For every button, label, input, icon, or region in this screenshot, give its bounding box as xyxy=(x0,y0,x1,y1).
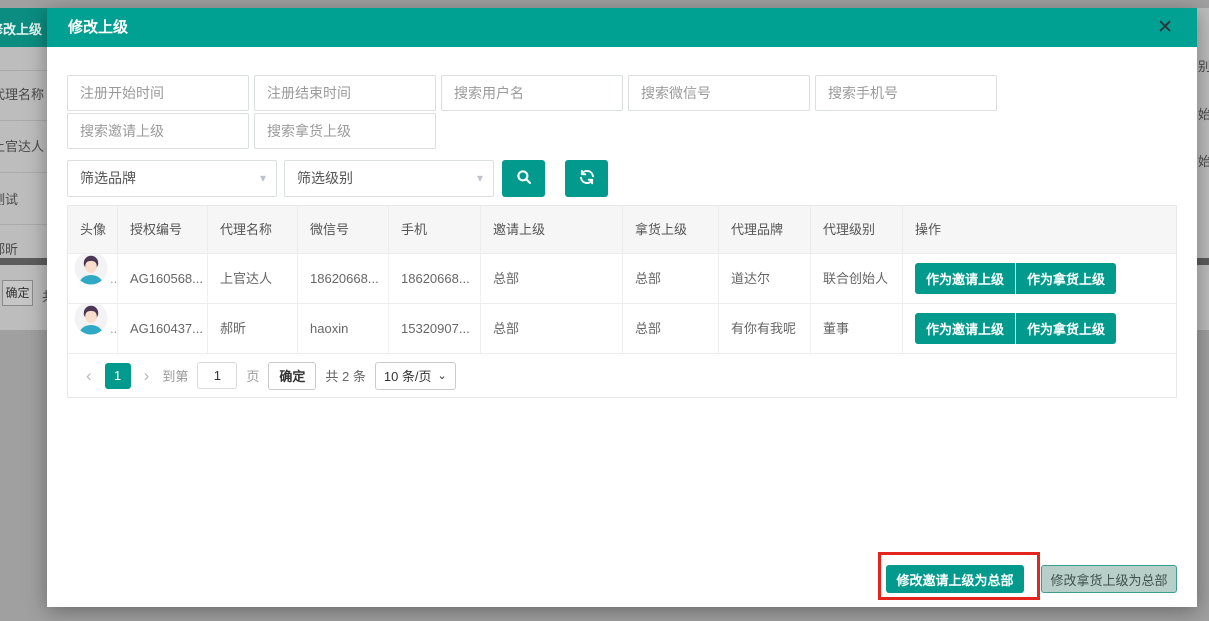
auth-no-cell: AG160437... xyxy=(118,303,208,353)
next-page-icon[interactable]: › xyxy=(140,366,154,386)
modal-title: 修改上级 xyxy=(68,8,128,47)
set-goods-superior-headquarters-button[interactable]: 修改拿货上级为总部 xyxy=(1041,565,1177,593)
avatar-ellipsis: ... xyxy=(110,254,118,304)
divider xyxy=(0,172,47,173)
invite-superior-cell: 总部 xyxy=(481,253,623,303)
search-phone-input[interactable] xyxy=(815,75,997,111)
search-invite-superior-input[interactable] xyxy=(67,113,249,149)
divider xyxy=(0,224,47,225)
screen: 修改上级 代理名称 上官达人 测试 郝昕 确定 共 别 始人 始人 修改上级 ✕ xyxy=(0,0,1209,621)
avatar xyxy=(74,303,108,353)
avatar-cell: ... xyxy=(68,253,118,303)
filter-brand-select[interactable]: 筛选品牌 ▾ xyxy=(67,160,277,197)
agents-table: 头像 授权编号 代理名称 微信号 手机 邀请上级 拿货上级 代理品牌 代理级别 … xyxy=(67,205,1177,398)
col-header-name: 代理名称 xyxy=(208,206,298,253)
avatar xyxy=(74,253,108,303)
as-goods-superior-button[interactable]: 作为拿货上级 xyxy=(1016,313,1116,344)
table-row: ... AG160437... 郝昕 haoxin 15320907... 总部… xyxy=(68,303,1176,353)
close-icon[interactable]: ✕ xyxy=(1157,8,1173,47)
col-header-invite-superior: 邀请上级 xyxy=(481,206,623,253)
pagination: ‹ 1 › 到第 页 确定 共 2 条 10 条/页 ⌄ xyxy=(68,353,1176,397)
brand-cell: 道达尔 xyxy=(719,253,811,303)
search-button[interactable] xyxy=(502,160,545,197)
filter-level-label: 筛选级别 xyxy=(297,170,353,186)
page-unit-label: 页 xyxy=(246,366,259,385)
background-modify-superior-button: 修改上级 xyxy=(0,8,47,47)
actions-cell: 作为邀请上级 作为拿货上级 xyxy=(903,303,1176,353)
col-header-phone: 手机 xyxy=(389,206,481,253)
invite-superior-cell: 总部 xyxy=(481,303,623,353)
table-row: ... AG160568... 上官达人 18620668... 1862066… xyxy=(68,253,1176,303)
page-size-select[interactable]: 10 条/页 ⌄ xyxy=(375,362,456,390)
background-text-fragment: 别 xyxy=(1198,56,1209,75)
background-column-header: 代理名称 xyxy=(0,84,44,103)
page-size-label: 10 条/页 xyxy=(384,366,432,385)
modify-superior-modal: 修改上级 ✕ 筛选品牌 ▾ 筛选级别 ▾ xyxy=(47,8,1197,607)
register-start-time-input[interactable] xyxy=(67,75,249,111)
as-goods-superior-button[interactable]: 作为拿货上级 xyxy=(1016,263,1116,294)
background-row-name: 郝昕 xyxy=(0,239,18,258)
filter-level-select[interactable]: 筛选级别 ▾ xyxy=(284,160,494,197)
wechat-cell: 18620668... xyxy=(298,253,389,303)
search-icon xyxy=(515,168,533,189)
background-row-name: 测试 xyxy=(0,189,18,208)
background-text-fragment: 始人 xyxy=(1198,104,1209,123)
col-header-level: 代理级别 xyxy=(811,206,903,253)
register-end-time-input[interactable] xyxy=(254,75,436,111)
refresh-button[interactable] xyxy=(565,160,608,197)
goto-page-label: 到第 xyxy=(162,366,188,385)
background-modify-superior-label: 修改上级 xyxy=(0,19,42,38)
divider xyxy=(0,258,47,265)
goto-page-input[interactable] xyxy=(197,362,237,389)
phone-cell: 18620668... xyxy=(389,253,481,303)
search-username-input[interactable] xyxy=(441,75,623,111)
divider xyxy=(1197,258,1209,265)
current-page-button[interactable]: 1 xyxy=(105,363,131,389)
search-wechat-input[interactable] xyxy=(628,75,810,111)
refresh-icon xyxy=(578,168,596,189)
goods-superior-cell: 总部 xyxy=(623,303,719,353)
modal-header: 修改上级 ✕ xyxy=(47,8,1197,47)
background-page-right-strip: 别 始人 始人 xyxy=(1197,8,1209,330)
col-header-goods-superior: 拿货上级 xyxy=(623,206,719,253)
as-invite-superior-button[interactable]: 作为邀请上级 xyxy=(915,313,1015,344)
name-cell: 郝昕 xyxy=(208,303,298,353)
avatar-ellipsis: ... xyxy=(110,304,118,354)
filter-brand-label: 筛选品牌 xyxy=(80,170,136,186)
divider xyxy=(0,70,47,71)
as-invite-superior-button[interactable]: 作为邀请上级 xyxy=(915,263,1015,294)
total-count-label: 共 2 条 xyxy=(325,366,365,385)
table-header-row: 头像 授权编号 代理名称 微信号 手机 邀请上级 拿货上级 代理品牌 代理级别 … xyxy=(68,206,1176,253)
col-header-brand: 代理品牌 xyxy=(719,206,811,253)
level-cell: 联合创始人 xyxy=(811,253,903,303)
auth-no-cell: AG160568... xyxy=(118,253,208,303)
chevron-down-icon: ▾ xyxy=(477,161,483,196)
search-goods-superior-input[interactable] xyxy=(254,113,436,149)
background-text-fragment: 始人 xyxy=(1198,151,1209,170)
chevron-down-icon: ⌄ xyxy=(438,369,447,382)
prev-page-icon[interactable]: ‹ xyxy=(82,366,96,386)
phone-cell: 15320907... xyxy=(389,303,481,353)
col-header-actions: 操作 xyxy=(903,206,1176,253)
col-header-wechat: 微信号 xyxy=(298,206,389,253)
divider xyxy=(0,120,47,121)
wechat-cell: haoxin xyxy=(298,303,389,353)
background-page-left-strip: 修改上级 代理名称 上官达人 测试 郝昕 确定 共 xyxy=(0,8,47,330)
goto-confirm-button[interactable]: 确定 xyxy=(268,362,316,390)
actions-cell: 作为邀请上级 作为拿货上级 xyxy=(903,253,1176,303)
name-cell: 上官达人 xyxy=(208,253,298,303)
col-header-avatar: 头像 xyxy=(68,206,118,253)
level-cell: 董事 xyxy=(811,303,903,353)
avatar-cell: ... xyxy=(68,303,118,353)
chevron-down-icon: ▾ xyxy=(260,161,266,196)
set-invite-superior-headquarters-button[interactable]: 修改邀请上级为总部 xyxy=(886,565,1024,593)
background-row-name: 上官达人 xyxy=(0,136,44,155)
brand-cell: 有你有我呢 xyxy=(719,303,811,353)
background-confirm-button: 确定 xyxy=(2,280,33,306)
col-header-auth-no: 授权编号 xyxy=(118,206,208,253)
goods-superior-cell: 总部 xyxy=(623,253,719,303)
